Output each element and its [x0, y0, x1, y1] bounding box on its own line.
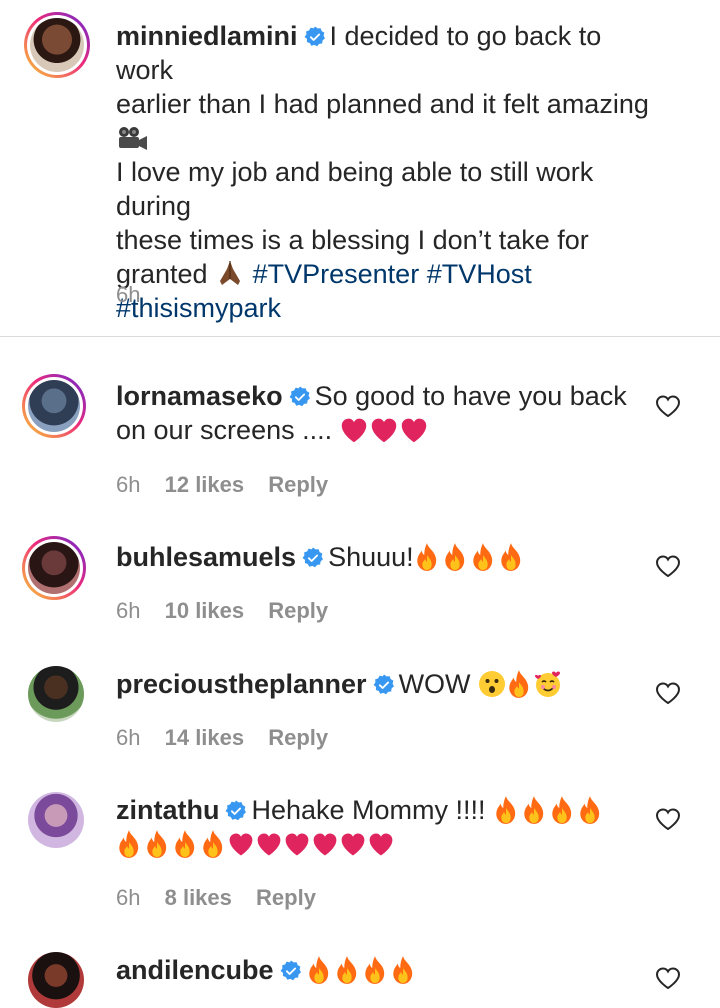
caption-line: I love my job and being able to still wo…	[116, 157, 594, 221]
fire-icon	[498, 542, 524, 572]
fire-icon	[414, 542, 440, 572]
avatar[interactable]	[22, 536, 86, 600]
like-heart-icon[interactable]	[655, 554, 681, 578]
like-heart-icon[interactable]	[655, 394, 681, 418]
comment-text: andilencube	[116, 953, 656, 987]
smiling-face-with-hearts-icon	[534, 670, 564, 698]
red-heart-icon	[370, 415, 398, 445]
verified-badge-icon	[289, 386, 311, 408]
red-heart-icon	[400, 415, 428, 445]
fire-icon	[442, 542, 468, 572]
comment-line: So good to have you back	[314, 381, 627, 411]
avatar[interactable]	[28, 952, 84, 1008]
fire-icon	[470, 542, 496, 572]
comment-text: zintathu Hehake Mommy !!!!	[116, 793, 656, 861]
likes-count[interactable]: 8 likes	[165, 885, 232, 910]
likes-count[interactable]: 14 likes	[165, 725, 245, 750]
comment-text: lornamaseko So good to have you back on o…	[116, 379, 656, 447]
like-heart-icon[interactable]	[655, 807, 681, 831]
red-heart-icon	[284, 829, 310, 859]
fire-icon	[577, 795, 603, 825]
avatar[interactable]	[24, 12, 90, 78]
fire-icon	[200, 829, 226, 859]
red-heart-icon	[340, 829, 366, 859]
fire-icon	[144, 829, 170, 859]
timestamp: 6h	[116, 472, 141, 497]
username[interactable]: buhlesamuels	[116, 542, 296, 572]
red-heart-icon	[228, 829, 254, 859]
username[interactable]: zintathu	[116, 795, 219, 825]
verified-badge-icon	[373, 674, 395, 696]
hashtag-link[interactable]: #TVHost	[427, 259, 532, 289]
comment-text: precioustheplanner WOW	[116, 667, 656, 701]
folded-hands-icon	[215, 259, 245, 287]
username[interactable]: precioustheplanner	[116, 669, 367, 699]
fire-icon	[306, 955, 332, 985]
red-heart-icon	[340, 415, 368, 445]
fire-icon	[334, 955, 360, 985]
verified-badge-icon	[225, 800, 247, 822]
timestamp: 6h	[116, 885, 141, 910]
reply-button[interactable]: Reply	[268, 725, 328, 750]
fire-icon	[172, 829, 198, 859]
comment-line: Shuuu!	[328, 542, 414, 572]
timestamp: 6h	[116, 282, 141, 307]
avatar[interactable]	[28, 666, 84, 722]
reply-button[interactable]: Reply	[268, 598, 328, 623]
verified-badge-icon	[280, 960, 302, 982]
movie-camera-icon	[116, 125, 150, 151]
caption-meta: 6h	[116, 282, 158, 308]
divider	[0, 336, 720, 337]
caption-text: minniedlamini I decided to go back to wor…	[116, 19, 656, 325]
comment-meta: 6h 14 likes Reply	[116, 725, 346, 751]
fire-icon	[521, 795, 547, 825]
comment-meta: 6h 12 likes Reply	[116, 472, 346, 498]
username[interactable]: lornamaseko	[116, 381, 283, 411]
red-heart-icon	[256, 829, 282, 859]
red-heart-icon	[312, 829, 338, 859]
likes-count[interactable]: 10 likes	[165, 598, 245, 623]
fire-icon	[506, 669, 532, 699]
fire-icon	[549, 795, 575, 825]
username[interactable]: minniedlamini	[116, 21, 298, 51]
like-heart-icon[interactable]	[655, 681, 681, 705]
caption-line: earlier than I had planned and it felt a…	[116, 89, 649, 119]
fire-icon	[116, 829, 142, 859]
fire-icon	[362, 955, 388, 985]
comment-meta: 6h 8 likes Reply	[116, 885, 334, 911]
comment-line: WOW	[398, 669, 471, 699]
reply-button[interactable]: Reply	[256, 885, 316, 910]
fire-icon	[493, 795, 519, 825]
fire-icon	[390, 955, 416, 985]
likes-count[interactable]: 12 likes	[165, 472, 245, 497]
caption-line: these times is a blessing I don’t take f…	[116, 225, 589, 255]
comment-line: on our screens ....	[116, 415, 333, 445]
comment-line: Hehake Mommy !!!!	[251, 795, 486, 825]
comment-meta: 6h 10 likes Reply	[116, 598, 346, 624]
comment-text: buhlesamuels Shuuu!	[116, 540, 656, 574]
avatar[interactable]	[22, 374, 86, 438]
red-heart-icon	[368, 829, 394, 859]
hushed-face-icon	[478, 670, 506, 698]
reply-button[interactable]: Reply	[268, 472, 328, 497]
like-heart-icon[interactable]	[655, 966, 681, 990]
timestamp: 6h	[116, 598, 141, 623]
username[interactable]: andilencube	[116, 955, 274, 985]
post-caption: minniedlamini I decided to go back to wor…	[0, 0, 720, 336]
hashtag-link[interactable]: #TVPresenter	[253, 259, 420, 289]
timestamp: 6h	[116, 725, 141, 750]
verified-badge-icon	[304, 26, 326, 48]
avatar[interactable]	[28, 792, 84, 848]
verified-badge-icon	[302, 547, 324, 569]
